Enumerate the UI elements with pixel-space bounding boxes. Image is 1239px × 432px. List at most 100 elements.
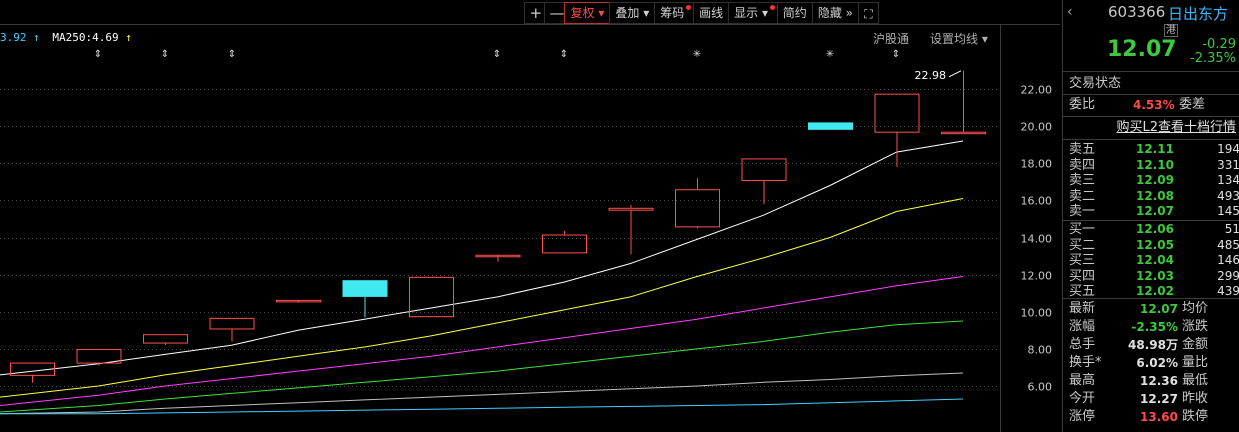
bid-row[interactable]: 买二 12.05 485 <box>1063 238 1239 253</box>
level-volume: 134 <box>1217 173 1239 188</box>
stats-row: 今开 12.27 昨收 <box>1063 390 1239 408</box>
level-price: 12.11 <box>1136 142 1174 156</box>
level-price: 12.05 <box>1136 237 1174 252</box>
event-marker-icon: ⇕ <box>493 49 501 60</box>
index-link[interactable]: 沪股通 <box>873 30 909 47</box>
bid-row[interactable]: 买三 12.04 146 <box>1063 253 1239 268</box>
display-button[interactable]: 显示 ▾ <box>728 2 778 24</box>
display-label: 显示 <box>734 6 759 20</box>
fullscreen-button[interactable]: ⛶ <box>858 2 879 24</box>
stat-value: 48.98万 <box>1128 338 1178 352</box>
chips-button[interactable]: 筹码 <box>654 2 695 24</box>
trade-status-row: 交易状态 <box>1063 75 1239 93</box>
moving-average-line <box>0 140 964 376</box>
level-price: 12.08 <box>1136 188 1174 203</box>
y-tick-label: 12.00 <box>1021 270 1053 283</box>
stat-label: 金额 <box>1182 337 1209 352</box>
price-change-pct: -2.35% <box>1190 51 1236 66</box>
hide-button[interactable]: 隐藏 » <box>811 2 859 24</box>
wei-cha-label: 委差 <box>1179 97 1206 112</box>
stats-row: 换手* 6.02% 量比 <box>1063 354 1239 372</box>
level-price: 12.03 <box>1136 268 1174 283</box>
candle-body <box>608 207 654 211</box>
level-volume: 485 <box>1217 237 1239 252</box>
overlay-button[interactable]: 叠加 ▾ <box>609 2 656 24</box>
y-tick-label: 10.00 <box>1021 307 1053 320</box>
candle-body <box>542 234 587 254</box>
stat-label: 最新 <box>1069 301 1096 316</box>
candle-body <box>941 131 986 135</box>
level-volume: 51 <box>1224 222 1239 236</box>
level-label: 卖二 <box>1069 188 1096 204</box>
stats-row: 最新 12.07 均价 <box>1063 300 1239 318</box>
candle-body <box>143 334 188 344</box>
level-volume: 194 <box>1217 142 1239 156</box>
bid-row[interactable]: 买一 12.06 51 <box>1063 222 1239 237</box>
quote-panel: ‹ 603366 日出东方 港 12.07 -0.29 -2.35% 交易状态 … <box>1062 0 1239 432</box>
stat-label: 最高 <box>1069 373 1096 388</box>
y-tick-label: 8.00 <box>1028 344 1053 357</box>
draw-line-button[interactable]: 画线 <box>693 2 730 24</box>
level-price: 12.04 <box>1136 253 1174 268</box>
ask-row[interactable]: 卖三 12.09 134 <box>1063 173 1239 188</box>
level-label: 卖三 <box>1069 173 1096 189</box>
wei-bi-row: 委比 4.53% 委差 <box>1069 97 1206 112</box>
fuquan-button[interactable]: 复权 ▾ <box>564 2 611 24</box>
double-right-arrow-icon: » <box>845 6 853 20</box>
dropdown-arrow-icon: ▾ <box>643 6 650 20</box>
stat-label: 涨跌 <box>1182 319 1209 334</box>
zoom-in-button[interactable]: + <box>524 2 546 24</box>
divider <box>1063 298 1239 299</box>
dropdown-arrow-icon: ▾ <box>981 32 988 46</box>
back-icon[interactable]: ‹ <box>1067 4 1073 20</box>
notification-dot <box>769 5 775 10</box>
trade-status-label: 交易状态 <box>1069 76 1122 91</box>
ma-settings-link[interactable]: 设置均线 ▾ <box>930 30 988 47</box>
event-marker-icon: ⇕ <box>892 49 900 60</box>
chips-label: 筹码 <box>660 6 685 20</box>
candle-body <box>741 158 787 181</box>
event-marker-icon: ⇕ <box>560 49 568 60</box>
stat-label: 最低 <box>1182 373 1209 388</box>
ma-prev-value: 3.92 <box>0 31 27 44</box>
level-label: 买二 <box>1069 237 1096 253</box>
stat-label: 总手 <box>1069 337 1096 352</box>
kline-chart-area[interactable]: 22.00 20.00 18.00 16.00 14.00 12.00 10.00 8.00 6… <box>0 0 1060 432</box>
y-tick-label: 22.00 <box>1021 84 1053 97</box>
level-volume: 299 <box>1217 268 1239 283</box>
ask-row[interactable]: 卖四 12.10 331 <box>1063 158 1239 173</box>
stock-name[interactable]: 日出东方 <box>1168 3 1228 24</box>
zoom-out-button[interactable]: — <box>544 2 566 24</box>
level-label: 买三 <box>1069 253 1096 269</box>
stat-label: 昨收 <box>1182 391 1209 406</box>
y-tick-label: 16.00 <box>1021 195 1053 208</box>
level-label: 买一 <box>1069 222 1096 237</box>
kline-chart[interactable]: 22.00 20.00 18.00 16.00 14.00 12.00 10.00 8.00 6… <box>0 0 1060 432</box>
event-marker-icon: ✳ <box>693 49 701 60</box>
stats-row: 涨停 13.60 跌停 <box>1063 408 1239 426</box>
stat-value: 12.36 <box>1140 374 1178 388</box>
ask-row[interactable]: 卖一 12.07 145 <box>1063 204 1239 219</box>
high-value-label: 22.98 <box>915 69 947 82</box>
stat-label: 跌停 <box>1182 409 1209 424</box>
l2-upgrade-link[interactable]: 购买L2查看十档行情 <box>1063 119 1239 137</box>
dropdown-arrow-icon: ▾ <box>761 6 768 20</box>
moving-average-line <box>0 198 964 398</box>
y-tick-label: 18.00 <box>1021 158 1053 171</box>
event-marker-icon: ⇕ <box>94 49 102 60</box>
simple-mode-button[interactable]: 简约 <box>776 2 813 24</box>
stock-code: 603366 <box>1108 3 1166 21</box>
hk-connect-badge: 港 <box>1164 24 1178 37</box>
ask-row[interactable]: 卖五 12.11 194 <box>1063 142 1239 157</box>
level-price: 12.07 <box>1136 204 1174 219</box>
divider <box>1063 71 1239 72</box>
level-volume: 145 <box>1217 204 1239 219</box>
y-tick-label: 20.00 <box>1021 121 1053 134</box>
candle-body <box>342 280 388 297</box>
stats-row: 总手 48.98万 金额 <box>1063 336 1239 354</box>
ask-row[interactable]: 卖二 12.08 493 <box>1063 189 1239 204</box>
bid-row[interactable]: 买四 12.03 299 <box>1063 269 1239 284</box>
stat-label: 涨停 <box>1069 409 1096 424</box>
level-price: 12.06 <box>1136 222 1174 236</box>
stat-label: 涨幅 <box>1069 319 1096 334</box>
